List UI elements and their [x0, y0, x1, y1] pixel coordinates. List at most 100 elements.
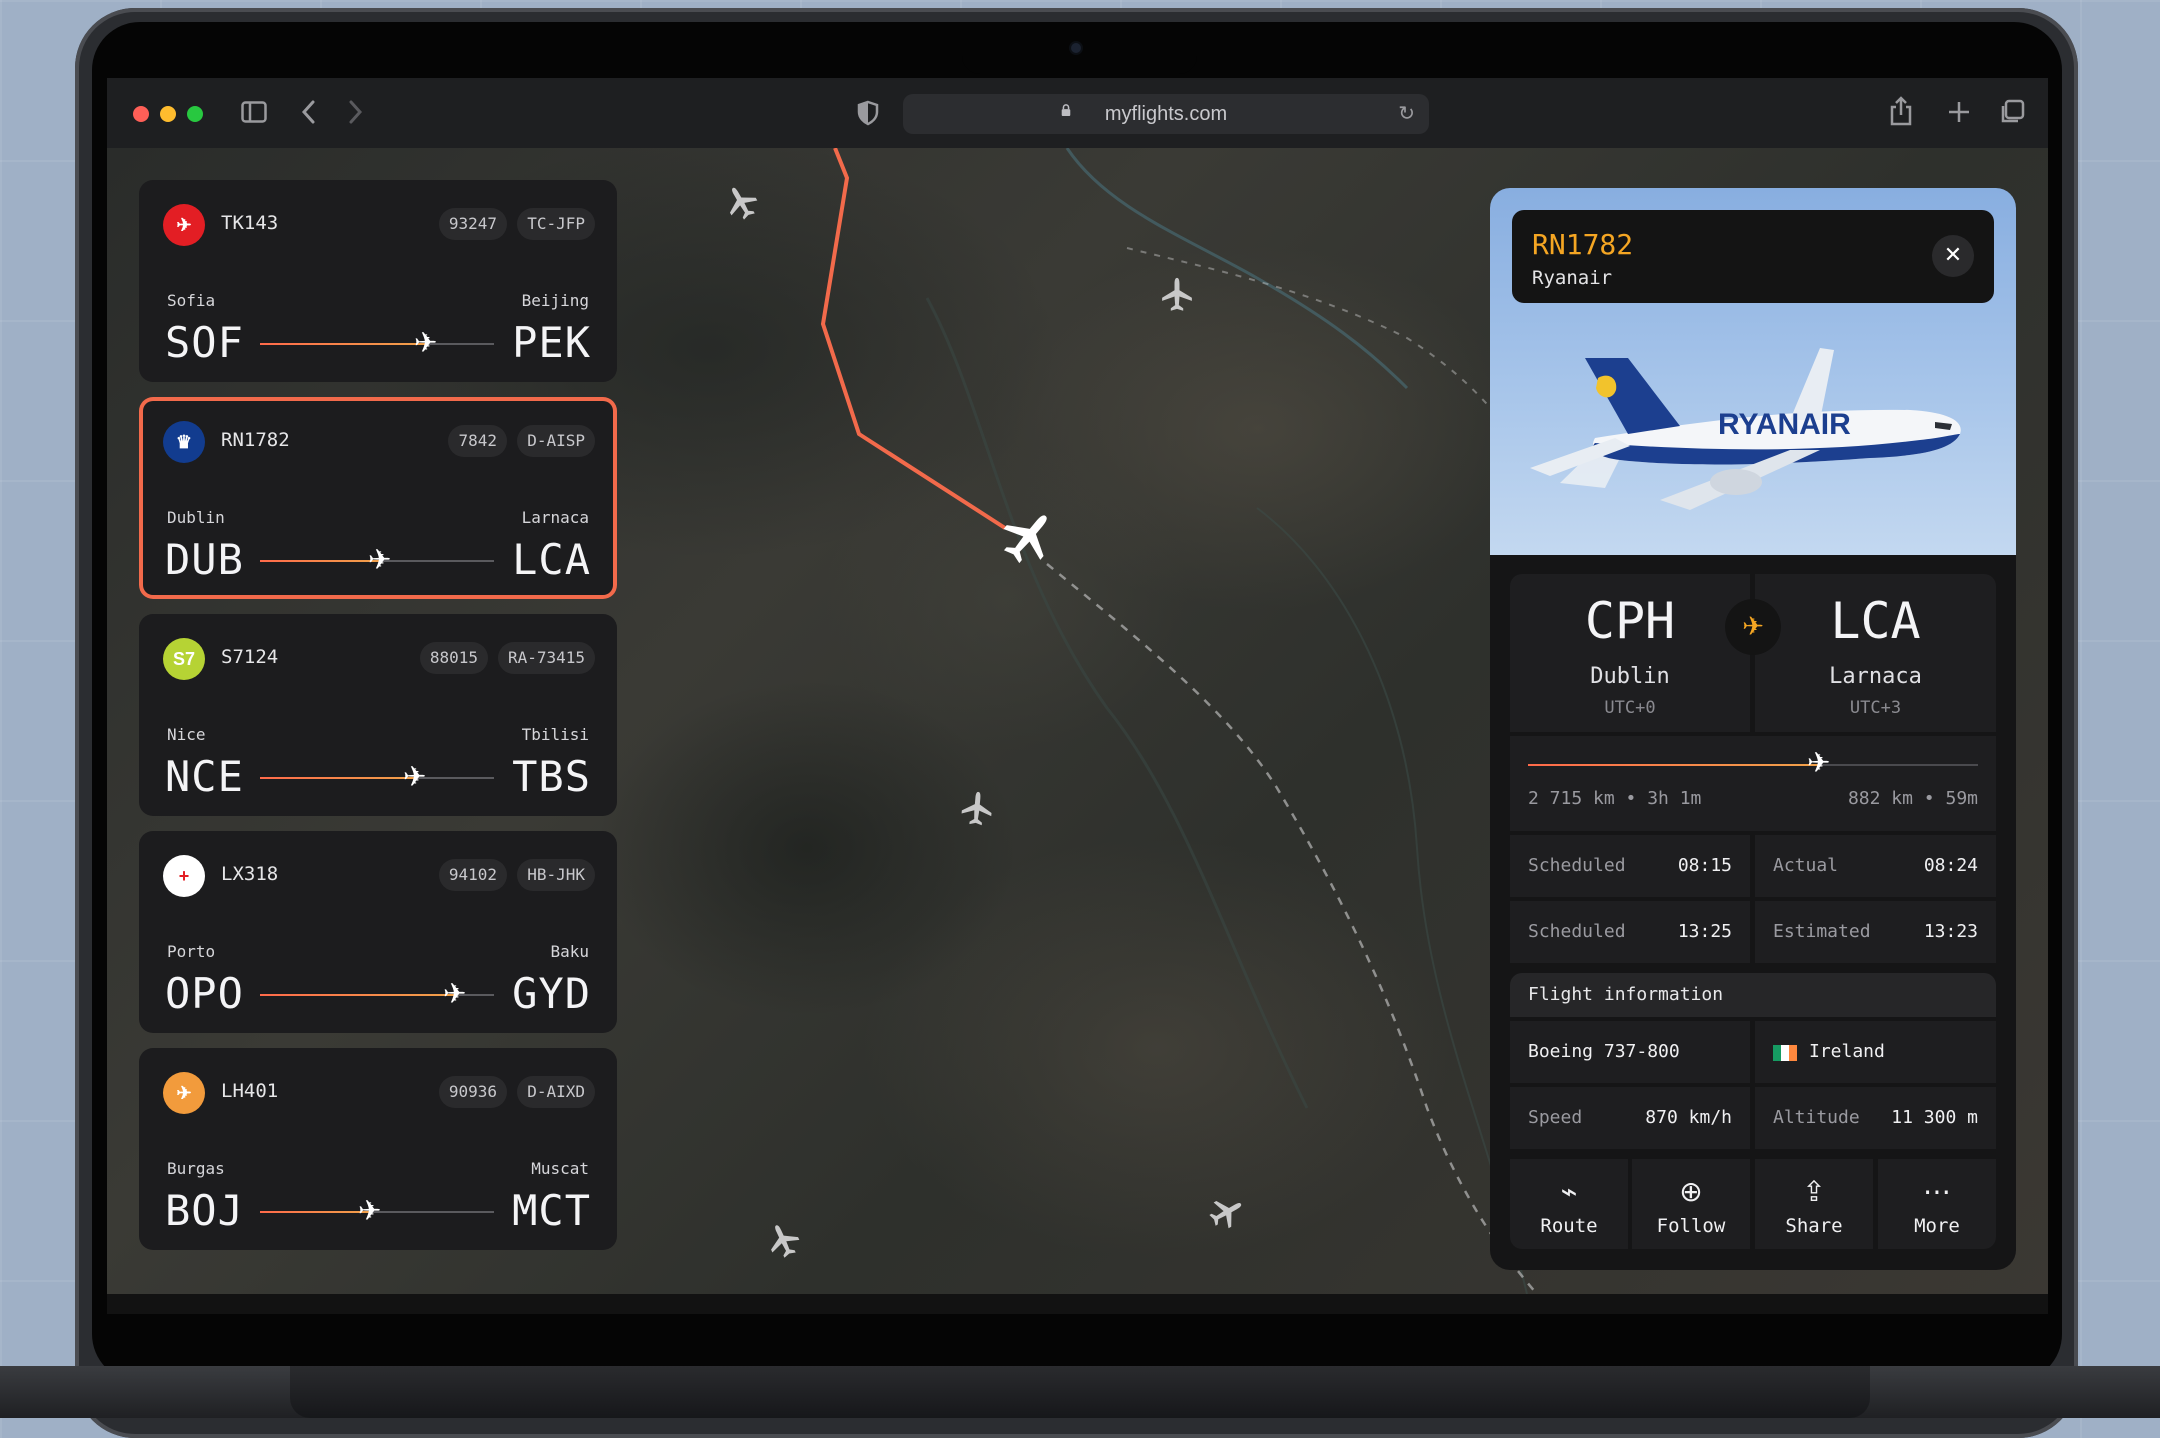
remaining-distance: 882 km • 59m [1847, 788, 1978, 809]
registration-country: Ireland [1755, 1021, 1996, 1083]
chevron-right-icon[interactable] [345, 99, 365, 125]
reload-icon[interactable]: ↻ [1398, 101, 1415, 125]
flight-progress-track: ✈ [260, 1196, 494, 1226]
time-label: Estimated [1773, 921, 1871, 942]
flight-progress-track: ✈ [260, 545, 494, 575]
flight-progress-fill [260, 777, 417, 779]
origin-airport[interactable]: CPH Dublin UTC+0 [1510, 574, 1750, 732]
speed-value: 870 km/h [1645, 1107, 1732, 1128]
progress-plane-icon: ✈ [1807, 746, 1831, 779]
flight-card[interactable]: ✈ TK143 93247 TC-JFP Sofia Beijing SOF PEK ✈ [139, 180, 617, 382]
registration-badge: D-AIXD [517, 1076, 595, 1108]
time-value: 08:15 [1677, 855, 1732, 876]
plus-icon[interactable] [1947, 100, 1971, 124]
flight-number: RN1782 [221, 429, 290, 451]
address-bar[interactable]: myflights.com ↻ [903, 94, 1429, 134]
destination-airport[interactable]: LCA Larnaca UTC+3 [1755, 574, 1996, 732]
plane-icon: ✈ [368, 543, 392, 576]
origin-city: Burgas [167, 1159, 225, 1178]
flight-number: LX318 [221, 863, 279, 885]
aircraft-icon[interactable] [763, 1219, 804, 1261]
origin-code: NCE [165, 752, 244, 801]
url-text: myflights.com [1104, 103, 1228, 125]
shield-icon[interactable] [857, 100, 879, 126]
origin-code: CPH [1584, 592, 1676, 650]
flight-id-badge: 94102 [438, 859, 507, 891]
flight-card[interactable]: S7 S7124 88015 RA-73415 Nice Tbilisi NCE TBS ✈ [139, 614, 617, 816]
browser-toolbar: myflights.com ↻ [107, 78, 2048, 148]
sidebar-icon[interactable] [241, 101, 267, 123]
flight-number: LH401 [221, 1080, 279, 1102]
follow-button[interactable]: ⊕ Follow [1632, 1159, 1750, 1249]
laptop-base-inner [290, 1366, 1870, 1418]
aircraft-icon[interactable] [1162, 277, 1192, 311]
destination-code: PEK [512, 318, 591, 367]
destination-code: LCA [512, 535, 591, 584]
action-label: More [1914, 1215, 1960, 1237]
share-button[interactable]: ⇪ Share [1755, 1159, 1873, 1249]
flight-progress-fill [260, 1211, 372, 1213]
aircraft-icon[interactable] [961, 791, 994, 826]
flight-progress-track: ✈ [260, 762, 494, 792]
river-line [1065, 148, 1409, 390]
origin-code: OPO [165, 969, 244, 1018]
origin-city: Sofia [167, 291, 216, 310]
altitude-value: 11 300 m [1891, 1107, 1978, 1128]
camera-lens [1071, 43, 1081, 53]
detail-progress-fill [1528, 764, 1821, 766]
time-value: 13:23 [1923, 921, 1978, 942]
origin-code: DUB [165, 535, 244, 584]
departure-actual: Actual 08:24 [1755, 835, 1996, 897]
close-icon[interactable]: ✕ [1932, 235, 1974, 277]
satellite-map[interactable]: ✈ TK143 93247 TC-JFP Sofia Beijing SOF PEK ✈ ♛ RN1… [107, 148, 2048, 1294]
photo-brand-text: RYANAIR [1718, 408, 1851, 441]
route-button[interactable]: ⌁ Route [1510, 1159, 1628, 1249]
destination-timezone: UTC+3 [1849, 698, 1902, 718]
more-button[interactable]: ⋯ More [1878, 1159, 1996, 1249]
destination-city: Larnaca [521, 508, 589, 527]
aircraft-icon[interactable] [720, 181, 762, 224]
aircraft-model: Boeing 737-800 [1528, 1041, 1680, 1062]
origin-city: Porto [167, 942, 216, 961]
flight-id-badge: 88015 [419, 642, 488, 674]
detail-flight-number: RN1782 [1532, 228, 1634, 261]
flown-route-line [820, 148, 1007, 530]
time-label: Scheduled [1528, 921, 1626, 942]
airline-logo-icon: ✈ [163, 204, 205, 246]
river-line [1256, 507, 1528, 1294]
origin-timezone: UTC+0 [1604, 698, 1656, 718]
share-icon[interactable] [1889, 96, 1913, 126]
flight-number: S7124 [221, 646, 279, 668]
flown-distance: 2 715 km • 3h 1m [1528, 788, 1702, 809]
tabs-overview-icon[interactable] [1999, 99, 2025, 125]
destination-city: Beijing [521, 291, 589, 310]
flight-progress: ✈ 2 715 km • 3h 1m 882 km • 59m [1510, 736, 1996, 831]
close-window-button[interactable] [133, 106, 149, 122]
action-label: Share [1785, 1215, 1843, 1237]
airline-logo-icon: ✈ [163, 1072, 205, 1114]
destination-city: Baku [550, 942, 589, 961]
flight-card[interactable]: + LX318 94102 HB-JHK Porto Baku OPO GYD ✈ [139, 831, 617, 1033]
destination-city: Tbilisi [521, 725, 589, 744]
plane-icon: ✈ [358, 1194, 382, 1227]
detail-airline-name: Ryanair [1532, 267, 1613, 289]
maximize-window-button[interactable] [187, 106, 203, 122]
flight-progress-track: ✈ [260, 979, 494, 1009]
chevron-left-icon[interactable] [299, 99, 319, 125]
action-label: Route [1540, 1215, 1598, 1237]
destination-city: Muscat [531, 1159, 589, 1178]
speed-cell: Speed 870 km/h [1510, 1087, 1750, 1149]
origin-city: Dublin [167, 508, 225, 527]
speed-label: Speed [1528, 1107, 1583, 1128]
destination-code: GYD [512, 969, 591, 1018]
flight-card[interactable]: ✈ LH401 90936 D-AIXD Burgas Muscat BOJ MCT ✈ [139, 1048, 617, 1250]
arrival-scheduled: Scheduled 13:25 [1510, 901, 1750, 963]
flight-id-badge: 90936 [438, 1076, 507, 1108]
flight-card[interactable]: ♛ RN1782 7842 D-AISP Dublin Larnaca DUB LCA ✈ [139, 397, 617, 599]
minimize-window-button[interactable] [160, 106, 176, 122]
aircraft-icon[interactable] [1205, 1191, 1248, 1233]
country-name: Ireland [1809, 1041, 1885, 1062]
flight-info-header: Flight information [1510, 973, 1996, 1017]
airline-logo-icon: + [163, 855, 205, 897]
aircraft-type: Boeing 737-800 [1510, 1021, 1750, 1083]
